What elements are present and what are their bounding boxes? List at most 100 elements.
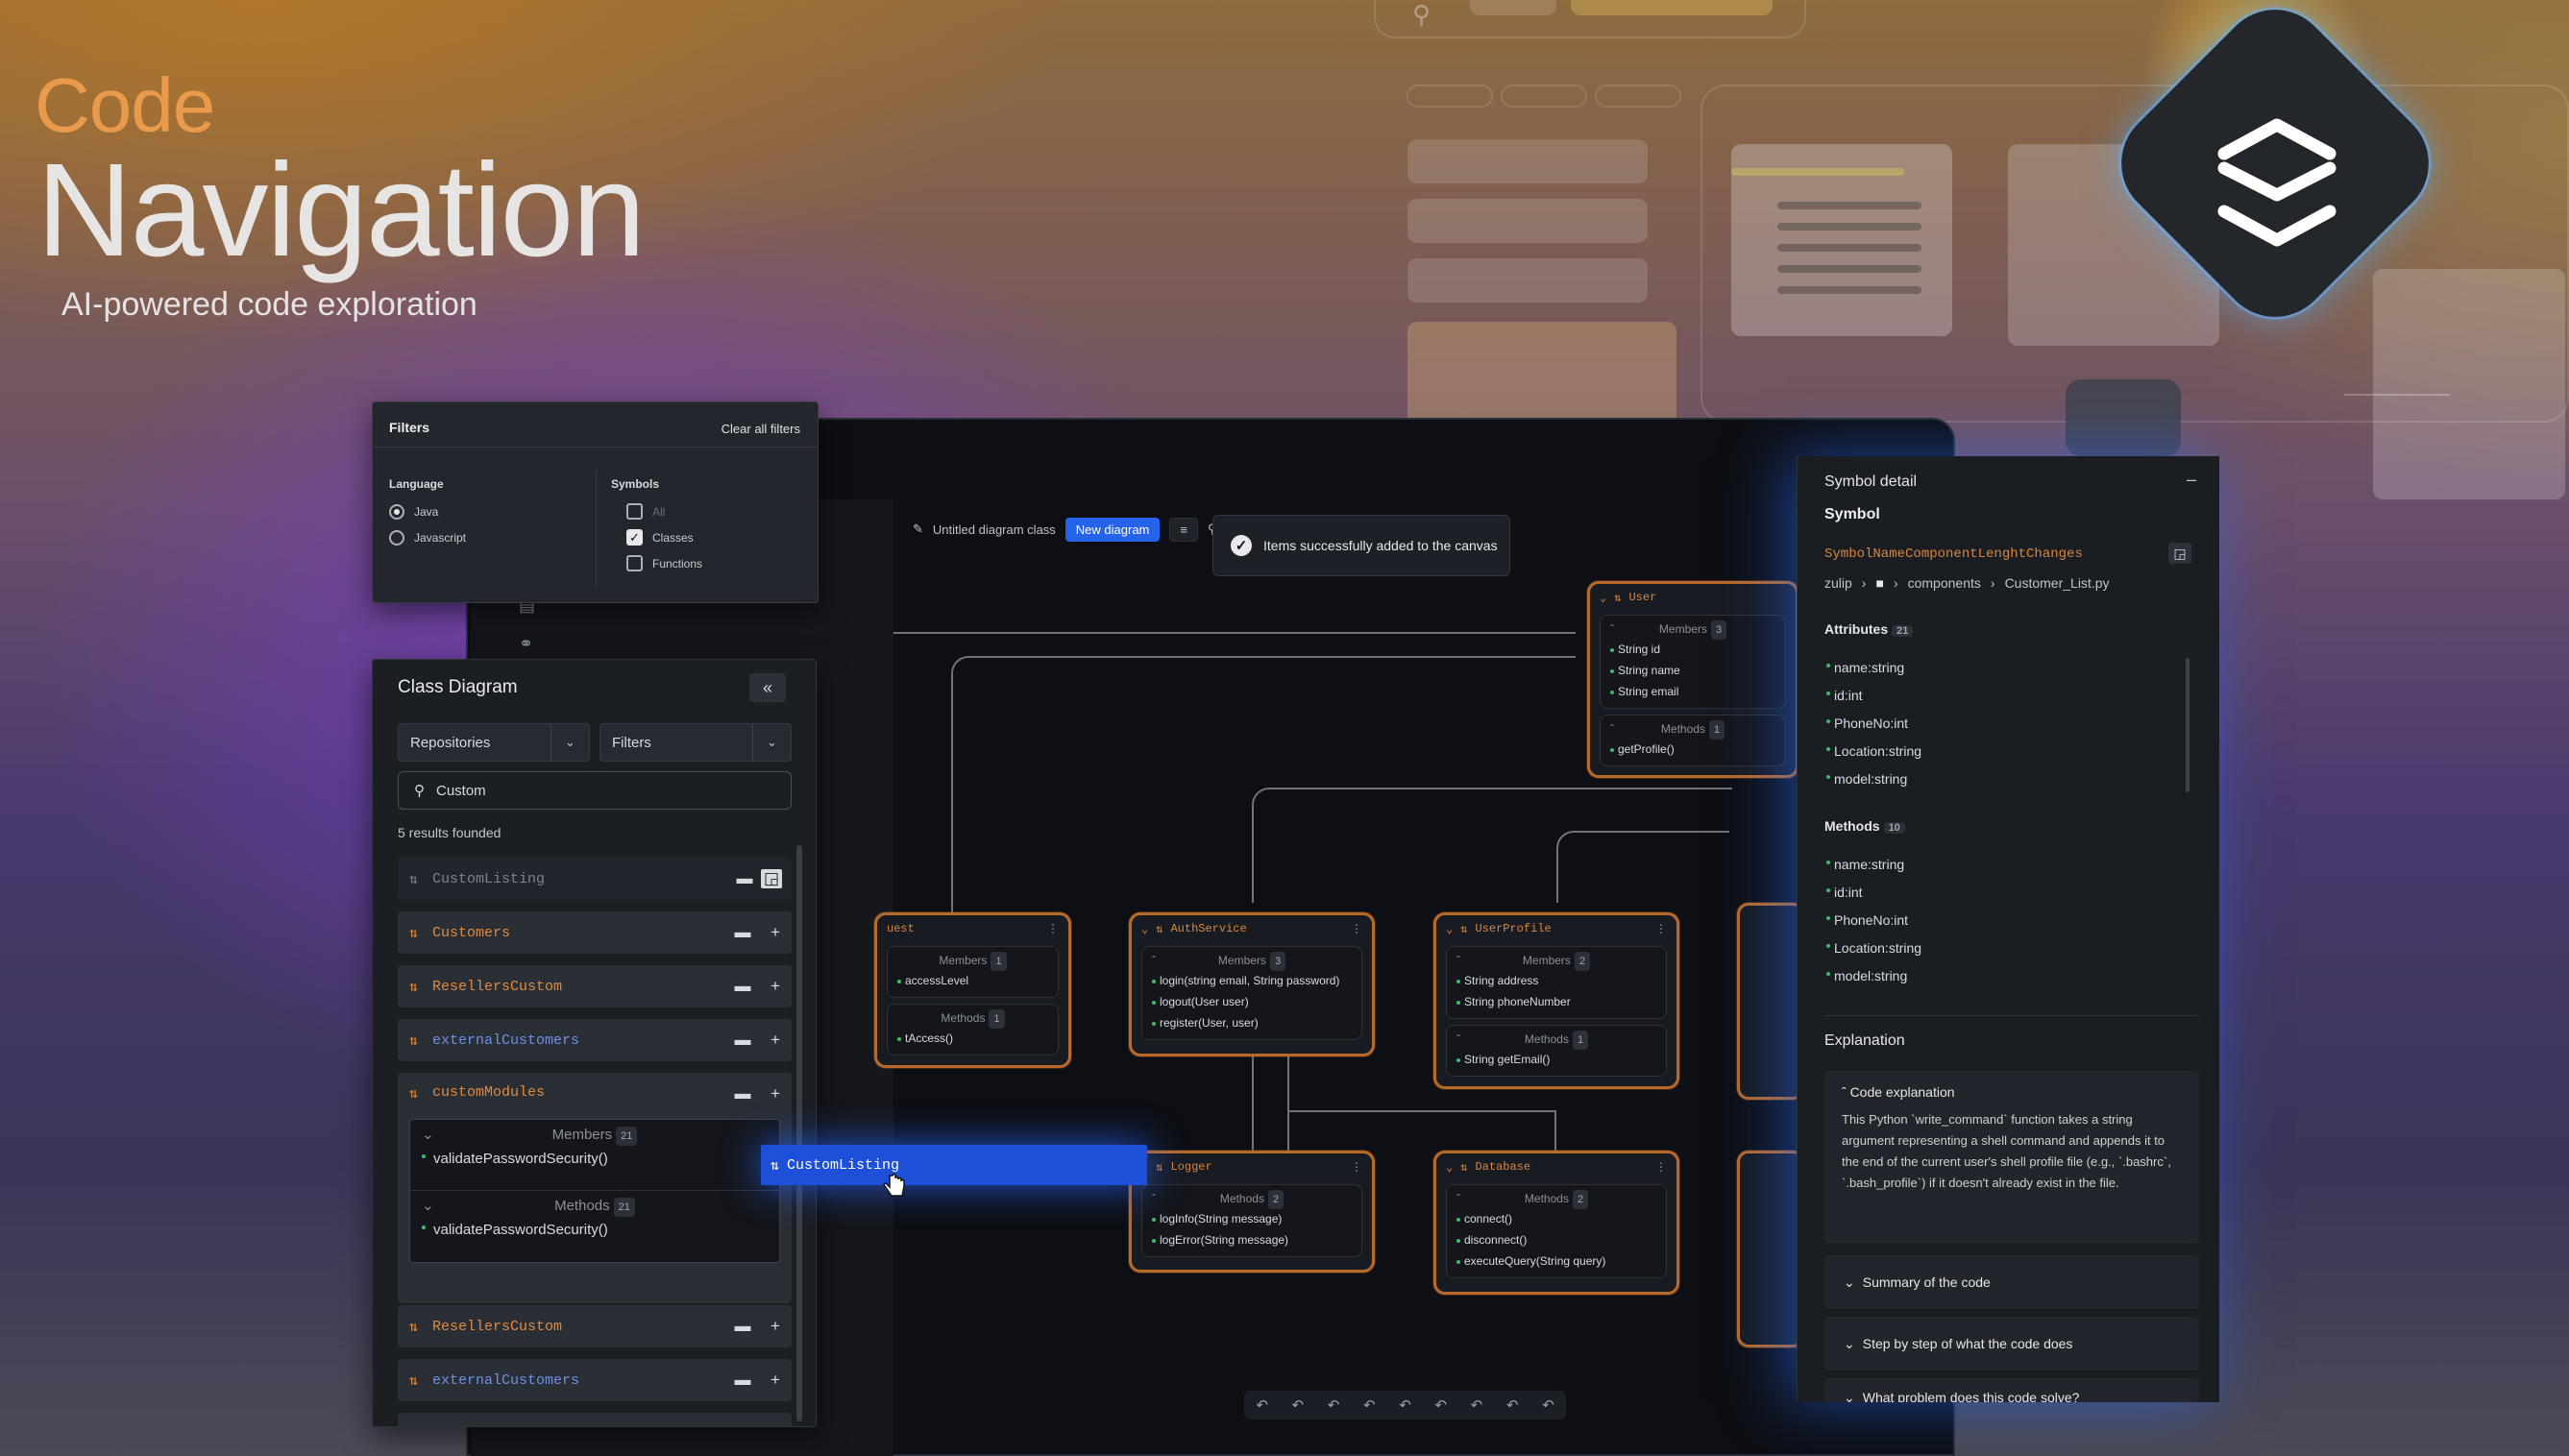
drag-icon[interactable]: ▬ xyxy=(726,923,759,942)
symbol-option-all[interactable]: All xyxy=(626,498,702,524)
member-item[interactable]: String address xyxy=(1455,970,1658,991)
add-icon[interactable]: + xyxy=(759,1031,792,1050)
method-item[interactable]: getProfile() xyxy=(1608,739,1777,760)
filters-select[interactable]: Filters ⌄ xyxy=(599,723,792,762)
search-input[interactable]: ⚲ Custom xyxy=(398,771,792,810)
dragged-item[interactable]: ⇅ CustomListing xyxy=(761,1145,1147,1185)
add-icon[interactable]: + xyxy=(759,1084,792,1104)
member-item[interactable]: String phoneNumber xyxy=(1455,991,1658,1012)
node-userprofile[interactable]: ⌄ ⇅ UserProfile ⋮ ˆ Members 2 String address … xyxy=(1433,912,1679,1089)
attribute-item[interactable]: model:string xyxy=(1824,765,1921,793)
member-item[interactable]: logout(User user) xyxy=(1150,991,1354,1012)
add-icon[interactable]: + xyxy=(759,977,792,996)
kebab-icon[interactable]: ⋮ xyxy=(1655,922,1667,936)
undo-icon[interactable]: ↶ xyxy=(1256,1396,1268,1414)
language-option-java[interactable]: Java xyxy=(389,498,466,524)
drag-icon[interactable]: ▬ xyxy=(726,1084,759,1104)
method-item[interactable]: tAccess() xyxy=(895,1028,1050,1049)
breadcrumb-item[interactable]: components xyxy=(1908,575,1981,591)
diagram-name[interactable]: Untitled diagram class xyxy=(933,522,1056,537)
node-user[interactable]: ⌄ ⇅ User ˆ Members 3 String id String name S… xyxy=(1587,581,1798,778)
undo-icon[interactable]: ↶ xyxy=(1328,1396,1340,1414)
method-item[interactable]: executeQuery(String query) xyxy=(1455,1250,1658,1272)
pencil-icon[interactable]: ✎ xyxy=(913,522,923,537)
kebab-icon[interactable]: ⋮ xyxy=(1047,922,1059,936)
accordion-steps[interactable]: ⌄ Step by step of what the code does xyxy=(1824,1317,2199,1371)
method-item[interactable]: name:string xyxy=(1824,851,1921,879)
accordion-summary[interactable]: ⌄ Summary of the code xyxy=(1824,1255,2199,1309)
kebab-icon[interactable]: ⋮ xyxy=(1351,922,1362,936)
member-item[interactable]: String id xyxy=(1608,639,1777,660)
add-icon[interactable]: + xyxy=(759,923,792,942)
drag-icon[interactable]: ▬ xyxy=(728,869,761,888)
method-item[interactable]: PhoneNo:int xyxy=(1824,907,1921,934)
attribute-item[interactable]: PhoneNo:int xyxy=(1824,710,1921,738)
minimize-icon[interactable]: – xyxy=(2187,470,2196,490)
node-partial[interactable] xyxy=(1737,903,1804,1100)
kebab-icon[interactable]: ⋮ xyxy=(1655,1160,1667,1175)
undo-icon[interactable]: ↶ xyxy=(1506,1396,1519,1414)
breadcrumb-item[interactable]: Customer_List.py xyxy=(2005,575,2110,591)
collapse-icon[interactable]: « xyxy=(749,673,786,702)
method-item[interactable]: logError(String message) xyxy=(1150,1229,1354,1250)
member-item[interactable]: accessLevel xyxy=(895,970,1050,991)
add-icon[interactable]: + xyxy=(759,1424,792,1426)
method-item[interactable]: id:int xyxy=(1824,879,1921,907)
attribute-item[interactable]: Location:string xyxy=(1824,738,1921,765)
chevron-down-icon[interactable]: ⌄ xyxy=(1446,1160,1453,1175)
node-request[interactable]: uest ⋮ Members 1 accessLevel Methods 1 tAcc… xyxy=(874,912,1071,1068)
drag-icon[interactable]: ▬ xyxy=(726,977,759,996)
member-item[interactable]: String email xyxy=(1608,681,1777,702)
list-item[interactable]: ⇅ externalCustomers ▬ + xyxy=(398,1359,792,1401)
menu-icon[interactable]: ≡ xyxy=(1169,517,1198,542)
node-logger[interactable]: ⌄⇅Logger⋮ ˆMethods2 logInfo(String messa… xyxy=(1129,1151,1375,1273)
chevron-down-icon[interactable]: ⌄ xyxy=(1600,591,1606,605)
drag-icon[interactable]: ▬ xyxy=(726,1031,759,1050)
drag-icon[interactable]: ▬ xyxy=(726,1317,759,1336)
expand-icon[interactable]: ◲ xyxy=(2168,543,2191,564)
attribute-item[interactable]: id:int xyxy=(1824,682,1921,710)
new-diagram-button[interactable]: New diagram xyxy=(1064,517,1161,542)
node-database[interactable]: ⌄ ⇅ Database ⋮ ˆ Methods 2 connect() disconne… xyxy=(1433,1151,1679,1295)
undo-icon[interactable]: ↶ xyxy=(1363,1396,1376,1414)
list-item[interactable]: ⇅ ResellersCustom ▬ + xyxy=(398,1305,792,1347)
link-icon[interactable]: ⚭ xyxy=(519,634,533,654)
member-item[interactable]: register(User, user) xyxy=(1150,1012,1354,1033)
method-item[interactable]: connect() xyxy=(1455,1208,1658,1229)
list-item[interactable]: ⇅ CustomListing ▬ ◲ xyxy=(398,858,792,900)
symbol-option-classes[interactable]: ✓ Classes xyxy=(626,524,702,550)
clear-filters-button[interactable]: Clear all filters xyxy=(722,422,800,436)
language-option-javascript[interactable]: Javascript xyxy=(389,524,466,550)
drag-icon[interactable]: ▬ xyxy=(726,1371,759,1390)
member-item[interactable]: String name xyxy=(1608,660,1777,681)
member-item[interactable]: validatePasswordSecurity() xyxy=(420,1145,770,1174)
chevron-down-icon[interactable]: ⌄ xyxy=(1446,922,1453,936)
drag-icon[interactable]: ▬ xyxy=(726,1424,759,1426)
symbol-name[interactable]: SymbolNameComponentLenghtChanges xyxy=(1824,546,2083,562)
method-item[interactable]: validatePasswordSecurity() xyxy=(420,1216,770,1245)
symbol-option-functions[interactable]: Functions xyxy=(626,550,702,576)
attribute-item[interactable]: name:string xyxy=(1824,654,1921,682)
redo-icon[interactable]: ↶ xyxy=(1292,1396,1305,1414)
list-item[interactable]: ⇅customModules ▬+ xyxy=(398,1413,792,1426)
member-item[interactable]: login(string email, String password) xyxy=(1150,970,1354,991)
checkbox-icon[interactable] xyxy=(626,503,643,520)
radio-icon[interactable] xyxy=(389,529,404,546)
method-item[interactable]: String getEmail() xyxy=(1455,1049,1658,1070)
node-partial[interactable] xyxy=(1737,1151,1804,1347)
checkbox-icon[interactable] xyxy=(626,555,643,571)
undo-icon[interactable]: ↶ xyxy=(1542,1396,1554,1414)
expand-icon[interactable]: ◲ xyxy=(761,869,782,888)
list-item[interactable]: ⇅ Customers ▬ + xyxy=(398,911,792,954)
undo-icon[interactable]: ↶ xyxy=(1399,1396,1411,1414)
chevron-down-icon[interactable]: ⌄ xyxy=(1141,922,1148,936)
radio-icon[interactable] xyxy=(389,503,404,520)
scrollbar[interactable] xyxy=(2186,658,2190,792)
accordion-header[interactable]: ˆ Code explanation xyxy=(1842,1084,2182,1100)
undo-icon[interactable]: ↶ xyxy=(1434,1396,1447,1414)
add-icon[interactable]: + xyxy=(759,1317,792,1336)
node-authservice[interactable]: ⌄ ⇅ AuthService ⋮ ˆ Members 3 login(string em… xyxy=(1129,912,1375,1056)
kebab-icon[interactable]: ⋮ xyxy=(1351,1160,1362,1175)
repositories-select[interactable]: Repositories ⌄ xyxy=(398,723,590,762)
list-item[interactable]: ⇅ ResellersCustom ▬ + xyxy=(398,965,792,1007)
